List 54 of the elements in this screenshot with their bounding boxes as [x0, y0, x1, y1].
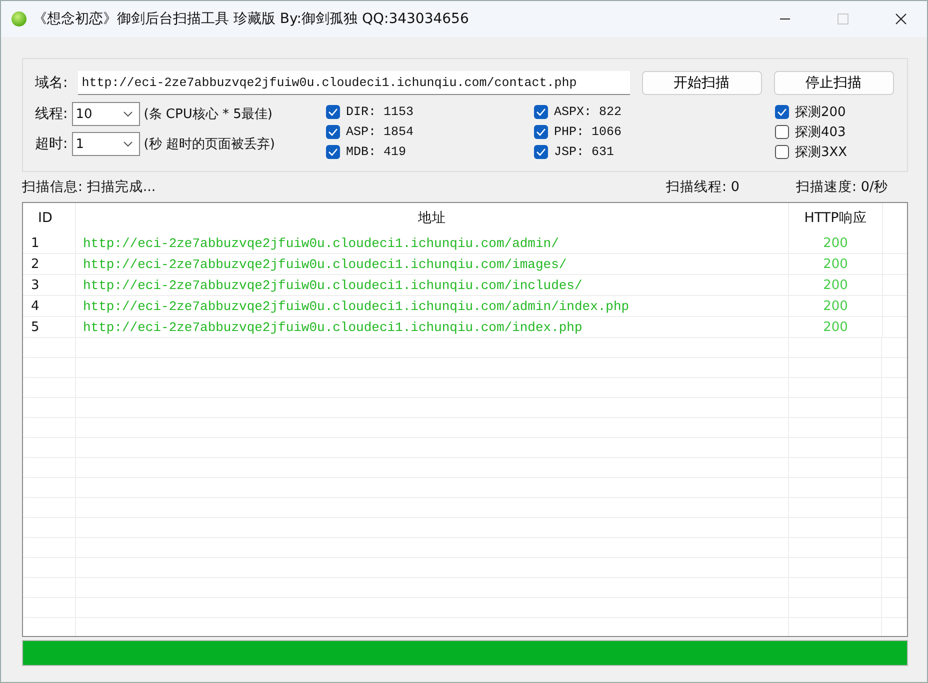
domain-label: 域名:	[35, 74, 68, 92]
scan-info: 扫描信息: 扫描完成...	[22, 178, 156, 196]
checkbox[interactable]	[775, 104, 789, 118]
checkbox[interactable]	[775, 144, 789, 158]
table-cell: 200	[788, 275, 882, 295]
table-cell: http://eci-2ze7abbuzvqe2jfuiw0u.cloudeci1.ichunqiu.com/admin/	[75, 233, 788, 253]
table-cell-text: 2	[30, 256, 40, 272]
table-cell: http://eci-2ze7abbuzvqe2jfuiw0u.cloudeci1.ichunqiu.com/images/	[75, 254, 788, 274]
table-cell: 200	[788, 296, 882, 316]
timeout-label: 超时:	[35, 135, 68, 153]
timeout-hint: (秒 超时的页面被丢弃)	[144, 136, 275, 153]
start-button[interactable]: 开始扫描	[642, 71, 762, 95]
domain-field[interactable]: http://eci-2ze7abbuzvqe2jfuiw0u.cloudeci1.ichunqiu.com/contact.php	[78, 71, 630, 95]
stop-button[interactable]: 停止扫描	[774, 71, 894, 95]
dictionary-label: MDB: 419	[346, 144, 406, 158]
probe-label: 探测3XX	[795, 144, 848, 160]
table-cell-text: 1	[30, 236, 40, 250]
table-cell-text: 5	[30, 320, 40, 334]
column-header[interactable]: 地址	[75, 203, 788, 233]
dictionary-label: ASP: 1854	[346, 124, 414, 138]
chevron-icon	[122, 111, 133, 117]
threads-label: 线程:	[35, 105, 68, 123]
window-title: 《想念初恋》御剑后台扫描工具 珍藏版 By:御剑孤独 QQ:343034656	[33, 10, 469, 28]
table-cell: 200	[788, 254, 882, 274]
column-header[interactable]: ID	[23, 210, 75, 226]
checkbox[interactable]	[534, 104, 548, 118]
checkbox[interactable]	[534, 124, 548, 138]
checkbox[interactable]	[326, 124, 340, 138]
checkbox[interactable]	[326, 104, 340, 118]
close-icon[interactable]	[895, 13, 907, 25]
dictionary-label: PHP: 1066	[554, 124, 622, 138]
scan-speed: 扫描速度: 0/秒	[796, 178, 889, 196]
checkbox[interactable]	[534, 144, 548, 158]
table-cell: 200	[788, 233, 882, 253]
probe-label: 探测403	[795, 124, 846, 140]
table-cell: http://eci-2ze7abbuzvqe2jfuiw0u.cloudeci1.ichunqiu.com/index.php	[75, 317, 788, 337]
checkbox[interactable]	[775, 124, 789, 138]
threads-dropdown[interactable]: 10	[72, 102, 140, 126]
checkbox[interactable]	[326, 144, 340, 158]
table-cell: http://eci-2ze7abbuzvqe2jfuiw0u.cloudeci1.ichunqiu.com/admin/index.php	[75, 296, 788, 316]
table-cell-text: 3	[30, 278, 40, 292]
timeout-dropdown[interactable]: 1	[72, 132, 140, 156]
dictionary-label: DIR: 1153	[346, 104, 414, 118]
table-cell: http://eci-2ze7abbuzvqe2jfuiw0u.cloudeci1.ichunqiu.com/includes/	[75, 275, 788, 295]
table-cell: 200	[788, 317, 882, 337]
column-header[interactable]: HTTP响应	[788, 203, 882, 233]
app-icon	[11, 11, 27, 27]
table-cell-text: 4	[30, 298, 40, 314]
threads-hint: (条 CPU核心 * 5最佳)	[144, 106, 272, 123]
dictionary-label: JSP: 631	[554, 144, 614, 158]
chevron-icon	[122, 141, 133, 147]
dictionary-label: ASPX: 822	[554, 104, 622, 118]
probe-label: 探测200	[795, 104, 846, 120]
scan-threads: 扫描线程: 0	[666, 178, 740, 196]
